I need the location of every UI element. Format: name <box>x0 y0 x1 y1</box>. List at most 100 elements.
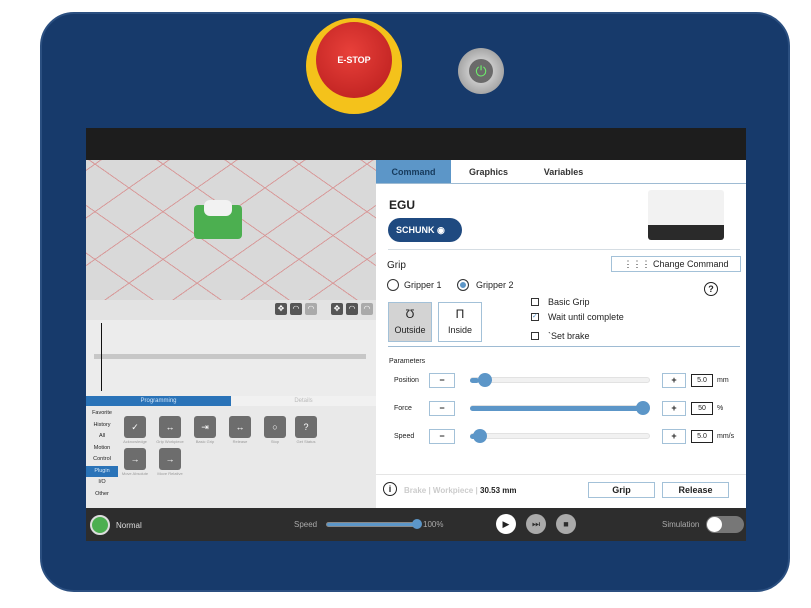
speed-value: 100% <box>423 520 444 529</box>
program-node-label: Move Absolute <box>121 471 149 476</box>
program-node[interactable]: → <box>124 448 146 470</box>
param-value[interactable]: 5.0 <box>691 430 713 443</box>
timeline[interactable] <box>86 320 376 396</box>
view-icon[interactable]: ◠ <box>346 303 358 315</box>
wait-label: Wait until complete <box>548 312 624 322</box>
schunk-logo: SCHUNK ◉ <box>388 218 462 242</box>
param-slider-knob[interactable] <box>473 429 488 443</box>
increase-button[interactable]: + <box>662 401 686 416</box>
tab-variables[interactable]: Variables <box>526 160 601 183</box>
param-slider-fill <box>470 378 479 383</box>
inside-label: Inside <box>447 325 473 335</box>
category-motion[interactable]: Motion <box>86 443 118 455</box>
basic-grip-checkbox[interactable] <box>531 298 539 306</box>
param-label: Position <box>394 377 419 384</box>
inside-button[interactable]: Π Inside <box>438 302 482 342</box>
emergency-stop-button[interactable]: E-STOP <box>306 18 402 114</box>
param-slider-knob[interactable] <box>636 401 650 415</box>
param-label: Speed <box>394 433 415 440</box>
program-node[interactable]: ○ <box>264 416 286 438</box>
param-slider[interactable] <box>470 377 650 383</box>
gripper1-radio[interactable] <box>387 279 399 291</box>
param-unit: % <box>717 405 724 412</box>
program-node-label: Basic Grip <box>195 439 215 444</box>
program-node[interactable]: ? <box>295 416 317 438</box>
view-icon[interactable]: ◠ <box>290 303 302 315</box>
outside-button[interactable]: Ʊ Outside <box>388 302 432 342</box>
view-icon[interactable]: ◠ <box>361 303 373 315</box>
right-tabs: Command Graphics Variables <box>376 160 746 184</box>
param-slider[interactable] <box>470 433 650 439</box>
gripper2-radio[interactable] <box>457 279 469 291</box>
help-icon[interactable]: ? <box>704 282 718 296</box>
speed-knob[interactable] <box>412 519 422 529</box>
category-favorite[interactable]: Favorite <box>86 408 118 420</box>
power-icon: ⏻ <box>469 59 493 83</box>
param-unit: mm <box>717 377 729 384</box>
decrease-button[interactable]: − <box>429 401 455 416</box>
parameters-title: Parameters <box>389 358 426 365</box>
program-node[interactable]: ↔ <box>159 416 181 438</box>
basic-grip-label: Basic Grip <box>548 297 590 307</box>
category-other[interactable]: Other <box>86 489 118 501</box>
category-plugin[interactable]: Plugin <box>86 465 118 477</box>
stop-button[interactable]: ■ <box>556 514 576 534</box>
gripper-image <box>648 190 724 240</box>
gripper2-label: Gripper 2 <box>476 280 514 290</box>
tab-command[interactable]: Command <box>376 160 451 183</box>
timeline-track <box>94 354 366 359</box>
status-indicator-icon <box>90 515 110 535</box>
program-node[interactable]: ✓ <box>124 416 146 438</box>
step-button[interactable]: ⏭ <box>526 514 546 534</box>
brake-checkbox[interactable] <box>531 332 539 340</box>
outside-grip-icon: Ʊ <box>405 307 415 321</box>
simulation-label: Simulation <box>662 520 700 529</box>
outside-label: Outside <box>394 325 426 335</box>
3d-view[interactable] <box>86 160 376 300</box>
program-node[interactable]: ⇥ <box>194 416 216 438</box>
grip-button[interactable]: Grip <box>588 482 655 498</box>
category-list: Favorite History All Motion Control Plug… <box>86 408 118 508</box>
param-value[interactable]: 5.0 <box>691 374 713 387</box>
speed-slider[interactable] <box>326 522 418 527</box>
timeline-cursor[interactable] <box>101 323 102 391</box>
param-value[interactable]: 50 <box>691 402 713 415</box>
program-node-label: Acknowledge <box>123 439 147 444</box>
category-history[interactable]: History <box>86 420 118 432</box>
program-node[interactable]: → <box>159 448 181 470</box>
tab-details[interactable]: Details <box>231 396 376 406</box>
fit-icon[interactable]: ✥ <box>331 303 343 315</box>
change-command-button[interactable]: ⋮⋮⋮ Change Command <box>611 256 741 272</box>
brake-label: `Set brake <box>548 331 590 341</box>
increase-button[interactable]: + <box>662 429 686 444</box>
category-all[interactable]: All <box>86 431 118 443</box>
wait-checkbox[interactable]: ✓ <box>531 313 539 321</box>
play-button[interactable]: ▶ <box>496 514 516 534</box>
program-node[interactable]: ↔ <box>229 416 251 438</box>
category-io[interactable]: I/O <box>86 477 118 489</box>
grid-icon: ⋮⋮⋮ <box>623 259 653 269</box>
param-slider-knob[interactable] <box>478 373 493 387</box>
param-slider-fill <box>470 406 642 411</box>
param-label: Force <box>394 405 412 412</box>
change-command-label: Change Command <box>652 259 729 269</box>
simulation-toggle[interactable] <box>706 516 744 533</box>
program-node-label: Get Status <box>296 439 316 444</box>
tab-programming[interactable]: Programming <box>86 396 231 406</box>
view-toolbar: ✥ ◠ ◠ ✥ ◠ ◠ <box>86 300 376 320</box>
view-icon[interactable]: ◠ <box>305 303 317 315</box>
decrease-button[interactable]: − <box>429 429 455 444</box>
speed-label: Speed <box>294 520 318 529</box>
header-bar <box>86 128 746 160</box>
category-control[interactable]: Control <box>86 454 118 466</box>
decrease-button[interactable]: − <box>429 373 455 388</box>
param-unit: mm/s <box>717 433 735 440</box>
gripper1-label: Gripper 1 <box>404 280 442 290</box>
fit-icon[interactable]: ✥ <box>275 303 287 315</box>
increase-button[interactable]: + <box>662 373 686 388</box>
power-button[interactable]: ⏻ <box>458 48 504 94</box>
info-icon[interactable]: i <box>383 482 397 496</box>
release-button[interactable]: Release <box>662 482 729 498</box>
tab-graphics[interactable]: Graphics <box>451 160 526 183</box>
program-node-label: Release <box>232 439 248 444</box>
